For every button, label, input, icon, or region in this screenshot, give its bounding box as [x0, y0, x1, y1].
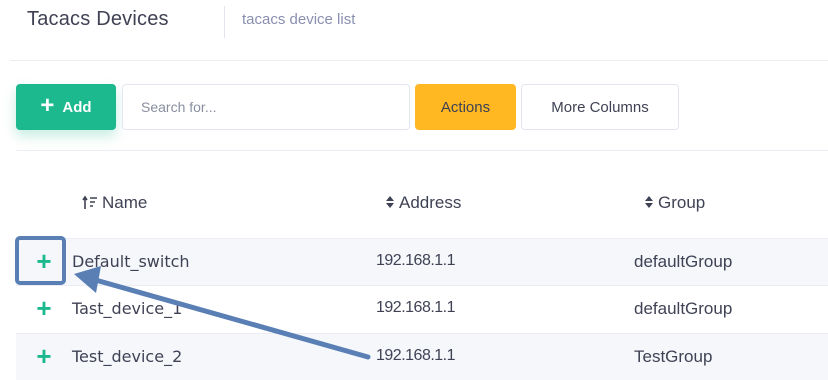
page-title: Tacacs Devices [27, 8, 169, 30]
plus-icon[interactable]: + [33, 295, 55, 321]
add-button[interactable]: + Add [16, 84, 116, 130]
column-header-name[interactable]: Name [82, 193, 147, 213]
table-row[interactable]: + Tast_device_1 192.168.1.1 defaultGroup [16, 286, 828, 334]
search-input[interactable] [122, 84, 410, 130]
device-name: Default_switch [72, 252, 190, 271]
header-divider [224, 6, 225, 38]
device-group: defaultGroup [634, 252, 733, 271]
column-header-address[interactable]: Address [385, 193, 461, 213]
column-header-group[interactable]: Group [644, 193, 705, 213]
table-row[interactable]: + Default_switch 192.168.1.1 defaultGrou… [16, 238, 828, 286]
sort-ascending-icon [82, 195, 98, 211]
page: Tacacs Devices tacacs device list + Add … [0, 0, 828, 380]
page-subtitle: tacacs device list [242, 11, 356, 28]
more-columns-button[interactable]: More Columns [521, 84, 679, 130]
plus-icon[interactable]: + [33, 343, 55, 369]
plus-icon: + [40, 92, 55, 119]
header-divider-line [10, 60, 828, 61]
table-row[interactable]: + Test_device_2 192.168.1.1 TestGroup [16, 334, 828, 380]
add-button-label: Add [62, 98, 92, 116]
device-name: Tast_device_1 [72, 299, 183, 318]
column-header-group-label: Group [658, 193, 706, 212]
device-address: 192.168.1.1 [376, 347, 456, 364]
column-header-address-label: Address [399, 193, 462, 212]
toolbar-divider [16, 150, 828, 151]
device-address: 192.168.1.1 [376, 252, 456, 269]
sort-icon [385, 195, 395, 211]
actions-button[interactable]: Actions [415, 84, 516, 130]
sort-icon [644, 195, 654, 211]
device-group: TestGroup [634, 347, 713, 366]
annotation-highlight-box [15, 236, 66, 285]
device-group: defaultGroup [634, 299, 733, 318]
column-header-name-label: Name [102, 193, 148, 212]
page-header: Tacacs Devices tacacs device list [0, 0, 828, 40]
device-name: Test_device_2 [72, 347, 183, 366]
device-address: 192.168.1.1 [376, 299, 456, 316]
